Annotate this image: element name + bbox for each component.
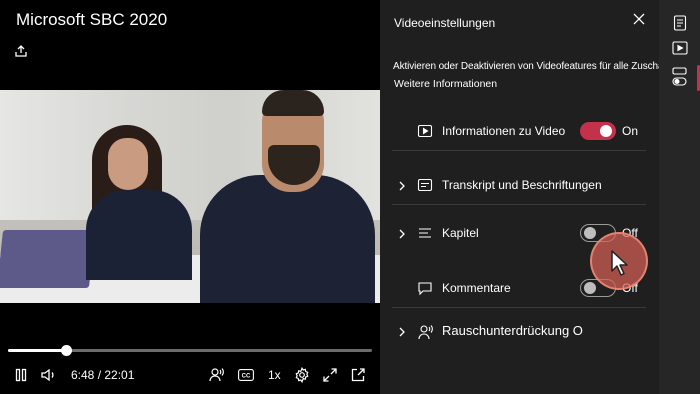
video-title: Microsoft SBC 2020 — [16, 10, 168, 29]
pause-icon[interactable] — [12, 366, 30, 384]
noise-suppression-icon — [417, 323, 433, 340]
volume-icon[interactable] — [40, 366, 58, 384]
setting-label: Rauschunterdrückung O — [442, 323, 583, 338]
share-icon[interactable] — [13, 43, 29, 59]
divider — [392, 307, 646, 308]
divider — [392, 204, 646, 205]
setting-label: Informationen zu Video — [442, 124, 566, 138]
video-settings-icon[interactable] — [671, 67, 689, 86]
video-frame[interactable] — [0, 90, 380, 303]
chevron-right-icon[interactable] — [397, 179, 407, 191]
setting-row-video-info: Informationen zu Video On — [392, 111, 646, 151]
setting-label: Transkript und Beschriftungen — [442, 178, 602, 192]
chapters-icon — [417, 225, 433, 241]
right-rail — [659, 0, 700, 394]
seek-bar-handle[interactable] — [60, 345, 72, 356]
video-settings-panel: Videoeinstellungen Aktivieren oder Deakt… — [380, 0, 678, 394]
svg-text:CC: CC — [242, 373, 251, 379]
seek-bar-played — [8, 349, 66, 352]
panel-title: Videoeinstellungen — [394, 16, 496, 30]
video-laptop — [0, 230, 96, 288]
toggle-state: On — [622, 124, 639, 138]
video-play-icon[interactable] — [671, 39, 689, 57]
chevron-right-icon[interactable] — [397, 325, 407, 337]
video-person-man — [200, 175, 375, 303]
fullscreen-icon[interactable] — [321, 366, 339, 384]
document-icon[interactable] — [671, 14, 689, 32]
transcript-icon — [417, 177, 433, 193]
noise-suppression-icon[interactable] — [207, 366, 225, 384]
chevron-right-icon[interactable] — [397, 227, 407, 239]
playback-time: 6:48 / 22:01 — [71, 368, 135, 382]
setting-row-transcript[interactable]: Transkript und Beschriftungen — [392, 165, 646, 205]
playback-speed[interactable]: 1x — [268, 368, 281, 382]
close-icon[interactable] — [632, 12, 646, 26]
setting-row-noise-suppression[interactable]: Rauschunterdrückung O — [392, 311, 646, 351]
closed-captions-icon[interactable]: CC — [237, 366, 255, 384]
setting-label: Kapitel — [442, 226, 479, 240]
popout-icon[interactable] — [349, 366, 367, 384]
video-person-man-hair — [262, 90, 324, 116]
video-info-icon — [417, 123, 433, 139]
player-controls: 6:48 / 22:01 CC 1x — [0, 362, 380, 388]
settings-gear-icon[interactable] — [293, 366, 311, 384]
more-info-link[interactable]: Weitere Informationen — [394, 78, 497, 90]
comment-icon — [417, 280, 433, 296]
video-info-toggle[interactable] — [580, 122, 616, 140]
video-person-woman-body — [86, 190, 192, 280]
seek-bar[interactable] — [8, 345, 372, 356]
divider — [392, 150, 646, 151]
mouse-cursor-icon — [610, 249, 632, 277]
video-person-woman-face — [108, 138, 148, 190]
setting-label: Kommentare — [442, 281, 511, 295]
panel-description: Aktivieren oder Deaktivieren von Videofe… — [393, 61, 678, 72]
video-player: Microsoft SBC 2020 6:48 / 22:01 CC 1x — [0, 0, 380, 394]
